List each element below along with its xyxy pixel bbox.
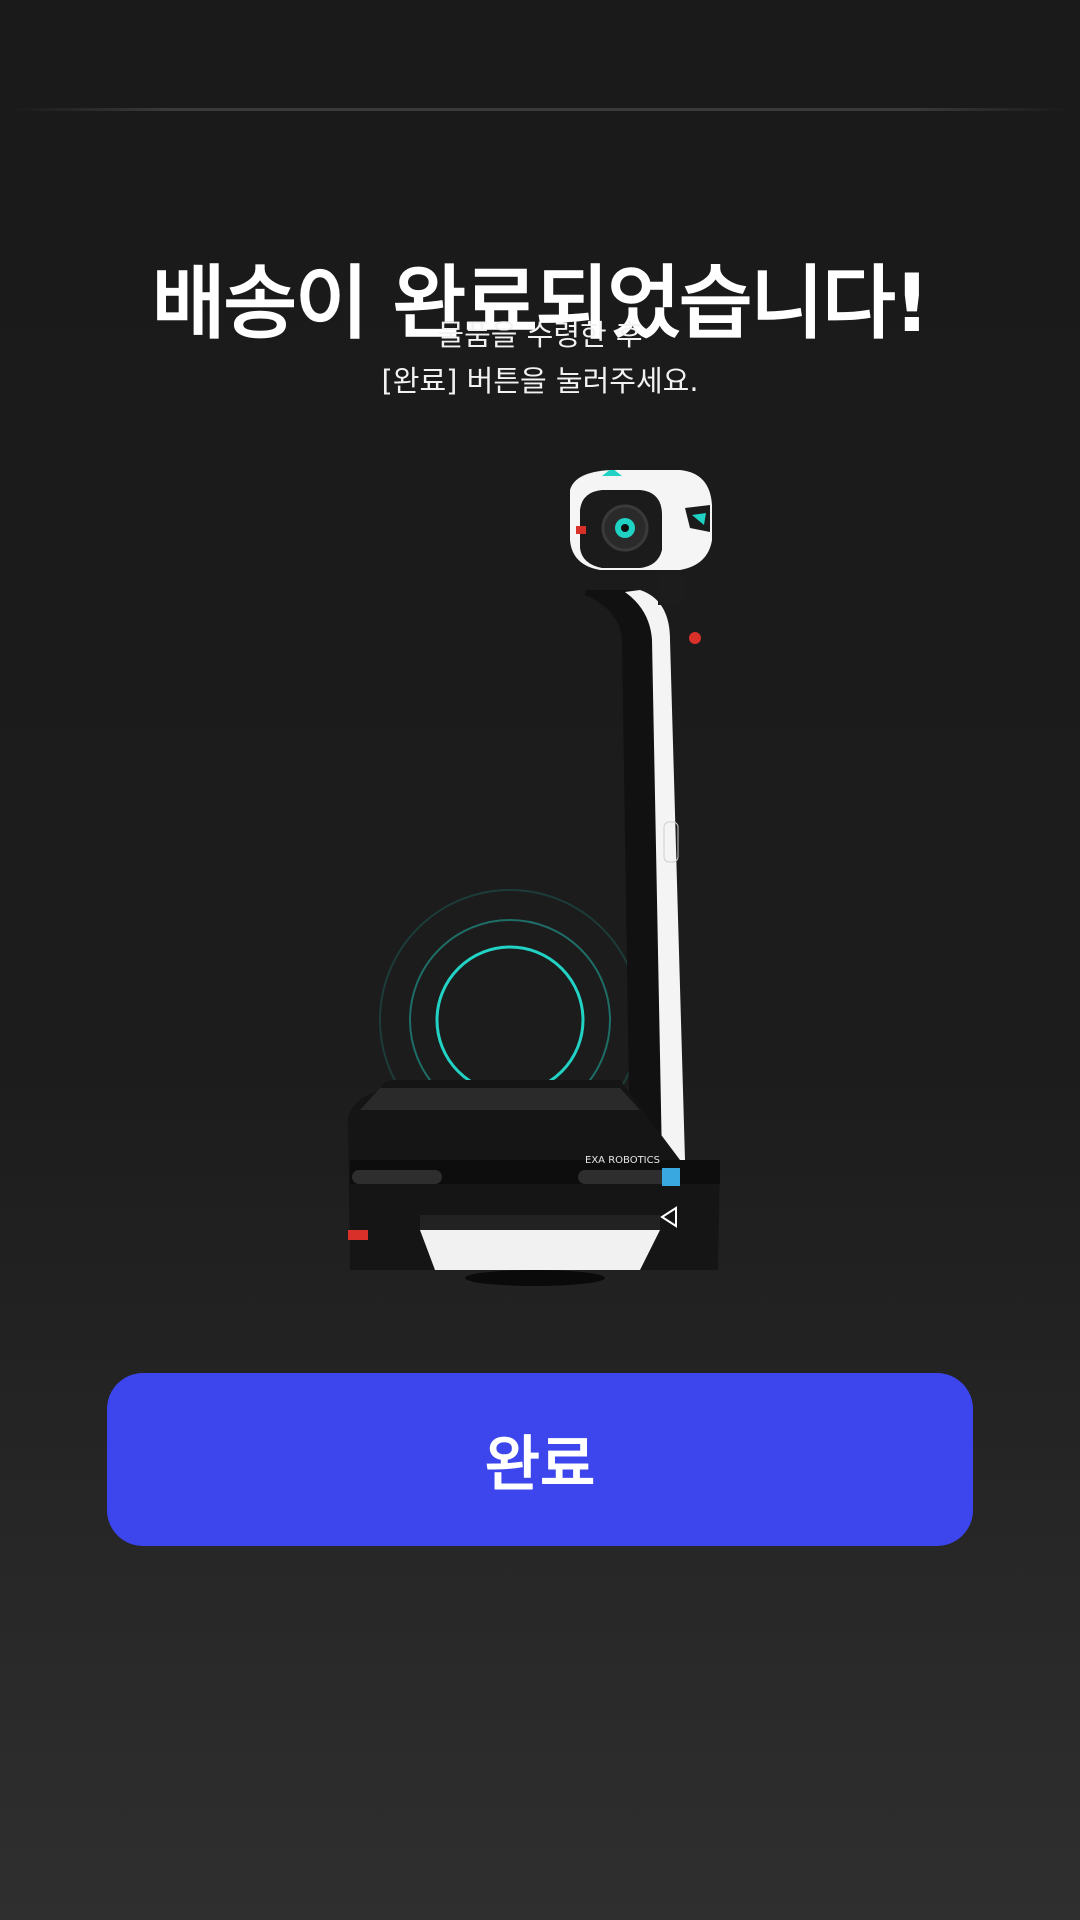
robot-brand-label: EXA ROBOTICS [585, 1155, 660, 1166]
robot-svg: EXA ROBOTICS [348, 470, 720, 1286]
instruction-text: 물품을 수령한 후 [완료] 버튼을 눌러주세요. [0, 312, 1080, 404]
delivery-robot-illustration: EXA ROBOTICS [340, 470, 740, 1290]
instruction-line-2: [완료] 버튼을 눌러주세요. [381, 364, 699, 398]
complete-button[interactable]: 완료 [107, 1373, 973, 1546]
robot-head [570, 470, 712, 570]
instruction-line-1: 물품을 수령한 후 [437, 318, 643, 352]
top-divider [10, 108, 1070, 111]
